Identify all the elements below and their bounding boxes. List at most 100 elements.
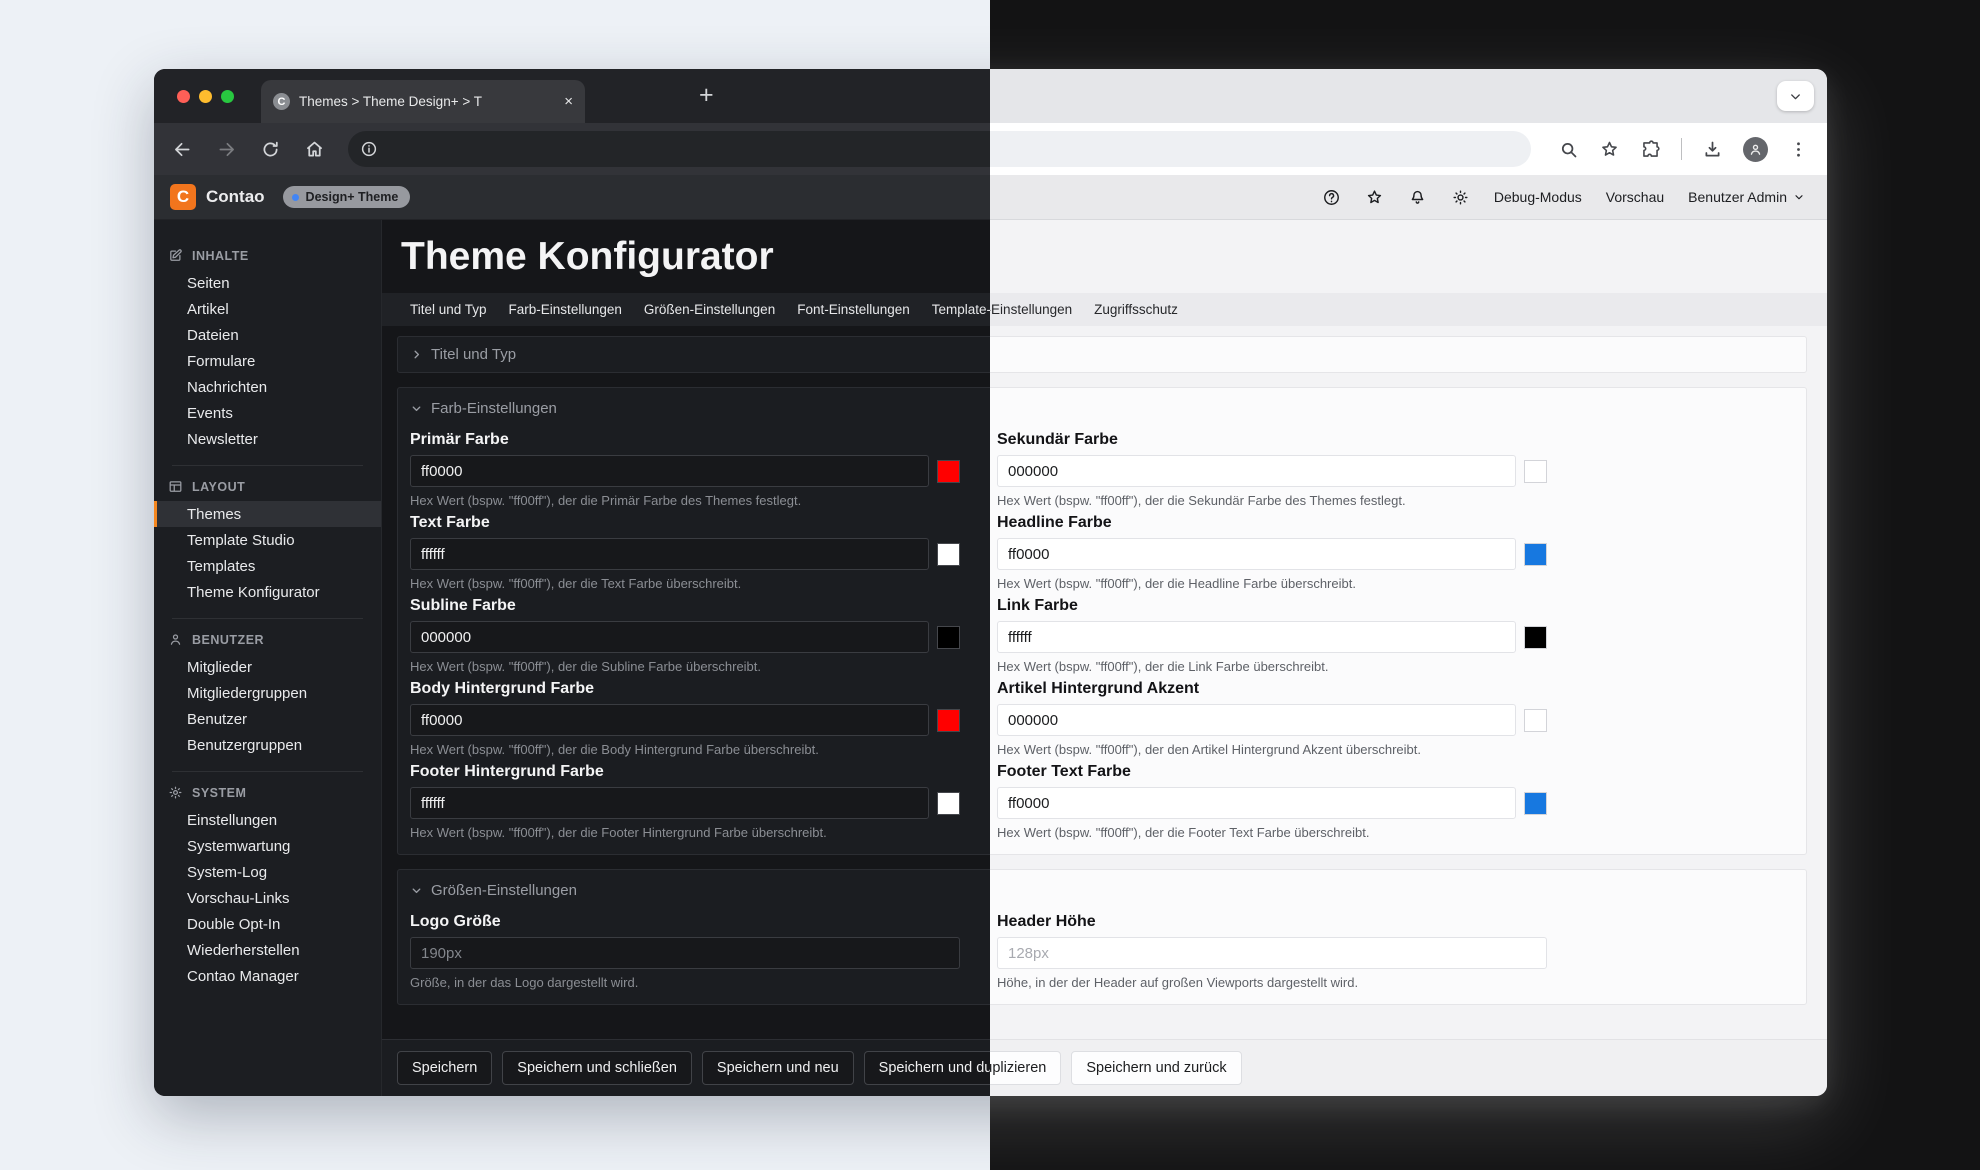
user-menu[interactable]: Benutzer Admin — [1688, 189, 1805, 205]
link-farbe-input[interactable] — [997, 621, 1516, 653]
sidebar-item-newsletter[interactable]: Newsletter — [154, 426, 381, 452]
sidebar-item-label: Themes — [187, 506, 241, 523]
sidebar-item-formulare[interactable]: Formulare — [154, 348, 381, 374]
minimize-window-button[interactable] — [199, 90, 212, 103]
sidebar-divider — [172, 465, 363, 466]
tab-overflow-chevron-button[interactable] — [1777, 81, 1814, 111]
sidebar-item-benutzergruppen[interactable]: Benutzergruppen — [154, 732, 381, 758]
sidebar-item-templates[interactable]: Templates — [154, 553, 381, 579]
color-swatch[interactable] — [937, 709, 960, 732]
field-footer-hintergrund-farbe: Footer Hintergrund Farbe Hex Wert (bspw.… — [410, 763, 960, 840]
color-swatch[interactable] — [937, 626, 960, 649]
field-help: Hex Wert (bspw. "ff00ff"), der den Artik… — [997, 742, 1547, 757]
sidebar-item-label: Dateien — [187, 327, 239, 344]
sidebar-item-wiederherstellen[interactable]: Wiederherstellen — [154, 937, 381, 963]
sidebar-item-template-studio[interactable]: Template Studio — [154, 527, 381, 553]
forward-icon[interactable] — [216, 139, 237, 160]
field-primaer-farbe: Primär Farbe Hex Wert (bspw. "ff00ff"), … — [410, 431, 960, 508]
kebab-menu-icon[interactable] — [1788, 139, 1809, 160]
sidebar-item-nachrichten[interactable]: Nachrichten — [154, 374, 381, 400]
sidebar-section-label: SYSTEM — [192, 786, 246, 800]
color-swatch[interactable] — [1524, 626, 1547, 649]
badge-dot-icon — [292, 194, 299, 201]
debug-mode-link[interactable]: Debug-Modus — [1494, 189, 1582, 205]
tab-zugriffsschutz[interactable]: Zugriffsschutz — [1083, 302, 1189, 317]
sidebar-item-einstellungen[interactable]: Einstellungen — [154, 807, 381, 833]
layout-grid-icon — [168, 479, 183, 494]
artikel-hintergrund-akzent-input[interactable] — [997, 704, 1516, 736]
save-and-close-button[interactable]: Speichern und schließen — [502, 1051, 692, 1085]
reload-icon[interactable] — [260, 139, 281, 160]
help-icon[interactable] — [1322, 188, 1341, 207]
field-help: Hex Wert (bspw. "ff00ff"), der die Link … — [997, 659, 1547, 674]
sidebar-item-label: Seiten — [187, 275, 230, 292]
chevron-down-icon — [1788, 89, 1803, 104]
tab-font-einstellungen[interactable]: Font-Einstellungen — [786, 302, 921, 317]
sidebar-item-mitgliedergruppen[interactable]: Mitgliedergruppen — [154, 680, 381, 706]
person-icon — [1748, 142, 1763, 157]
browser-profile-avatar[interactable] — [1743, 137, 1768, 162]
downloads-icon[interactable] — [1702, 139, 1723, 160]
sidebar-item-label: Newsletter — [187, 431, 258, 448]
field-help: Hex Wert (bspw. "ff00ff"), der die Text … — [410, 576, 960, 591]
footer-hintergrund-farbe-input[interactable] — [410, 787, 929, 819]
tab-titel-und-typ[interactable]: Titel und Typ — [399, 302, 498, 317]
save-and-back-button[interactable]: Speichern und zurück — [1071, 1051, 1241, 1085]
sidebar-item-mitglieder[interactable]: Mitglieder — [154, 654, 381, 680]
color-swatch[interactable] — [1524, 792, 1547, 815]
browser-tab[interactable]: C Themes > Theme Design+ > T × — [261, 80, 585, 123]
subline-farbe-input[interactable] — [410, 621, 929, 653]
sekundaer-farbe-input[interactable] — [997, 455, 1516, 487]
preview-link[interactable]: Vorschau — [1606, 189, 1664, 205]
field-footer-text-farbe: Footer Text Farbe Hex Wert (bspw. "ff00f… — [997, 763, 1547, 840]
color-scheme-sun-icon[interactable] — [1451, 188, 1470, 207]
sidebar-item-dateien[interactable]: Dateien — [154, 322, 381, 348]
color-swatch[interactable] — [1524, 460, 1547, 483]
tab-close-icon[interactable]: × — [564, 94, 573, 109]
notifications-bell-icon[interactable] — [1408, 188, 1427, 207]
primaer-farbe-input[interactable] — [410, 455, 929, 487]
back-icon[interactable] — [172, 139, 193, 160]
home-icon[interactable] — [304, 139, 325, 160]
new-tab-button[interactable]: + — [699, 83, 714, 108]
sidebar-item-systemwartung[interactable]: Systemwartung — [154, 833, 381, 859]
color-swatch[interactable] — [937, 792, 960, 815]
sidebar-item-seiten[interactable]: Seiten — [154, 270, 381, 296]
logo-groesse-input[interactable] — [410, 937, 960, 969]
sidebar-item-theme-konfigurator[interactable]: Theme Konfigurator — [154, 579, 381, 605]
footer-text-farbe-input[interactable] — [997, 787, 1516, 819]
sidebar-item-label: Systemwartung — [187, 838, 290, 855]
color-swatch[interactable] — [937, 460, 960, 483]
sidebar-item-label: Events — [187, 405, 233, 422]
favorites-star-icon[interactable] — [1365, 188, 1384, 207]
sidebar-item-contao-manager[interactable]: Contao Manager — [154, 963, 381, 989]
close-window-button[interactable] — [177, 90, 190, 103]
window-controls — [177, 90, 234, 103]
sidebar-item-double-opt-in[interactable]: Double Opt-In — [154, 911, 381, 937]
extensions-puzzle-icon[interactable] — [1640, 139, 1661, 160]
zoom-window-button[interactable] — [221, 90, 234, 103]
field-help: Höhe, in der der Header auf großen Viewp… — [997, 975, 1547, 990]
header-hoehe-input[interactable] — [997, 937, 1547, 969]
tab-farb-einstellungen[interactable]: Farb-Einstellungen — [498, 302, 633, 317]
sidebar-item-themes[interactable]: Themes — [154, 501, 381, 527]
sidebar-item-system-log[interactable]: System-Log — [154, 859, 381, 885]
site-info-icon[interactable] — [360, 140, 378, 158]
color-swatch[interactable] — [1524, 709, 1547, 732]
sidebar-item-benutzer[interactable]: Benutzer — [154, 706, 381, 732]
headline-farbe-input[interactable] — [997, 538, 1516, 570]
sidebar-item-events[interactable]: Events — [154, 400, 381, 426]
sidebar-item-label: Contao Manager — [187, 968, 299, 985]
body-hintergrund-farbe-input[interactable] — [410, 704, 929, 736]
zoom-search-icon[interactable] — [1558, 139, 1579, 160]
sidebar-item-artikel[interactable]: Artikel — [154, 296, 381, 322]
color-swatch[interactable] — [937, 543, 960, 566]
color-swatch[interactable] — [1524, 543, 1547, 566]
bookmark-star-icon[interactable] — [1599, 139, 1620, 160]
text-farbe-input[interactable] — [410, 538, 929, 570]
sidebar-divider — [172, 618, 363, 619]
tab-groessen-einstellungen[interactable]: Größen-Einstellungen — [633, 302, 786, 317]
sidebar-item-vorschau-links[interactable]: Vorschau-Links — [154, 885, 381, 911]
save-button[interactable]: Speichern — [397, 1051, 492, 1085]
save-and-new-button[interactable]: Speichern und neu — [702, 1051, 854, 1085]
